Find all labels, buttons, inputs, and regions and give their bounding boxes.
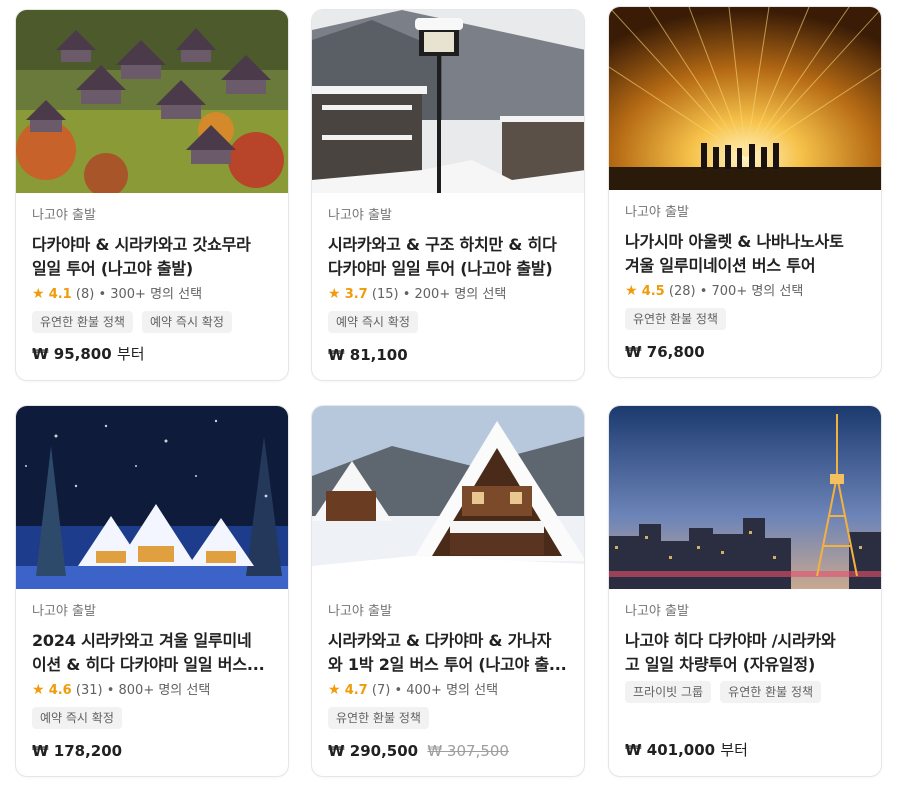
tag: 유연한 환불 정책 [32,311,133,333]
product-title[interactable]: 시라카와고 & 구조 하치만 & 히다 다카야마 일일 투어 (나고야 출발) [328,233,570,281]
review-count: (31) [75,683,103,698]
booking-count: • 800+ 명의 선택 [106,683,211,698]
product-image[interactable] [609,406,881,589]
tag-list: 유연한 환불 정책 [328,707,570,731]
review-count: (28) [668,284,696,299]
rating-row: ★ 4.5 (28) • 700+ 명의 선택 [625,282,867,301]
product-grid: 나고야 출발 다카야마 & 시라카와고 갓쇼무라 일일 투어 (나고야 출발) … [0,0,900,789]
product-title[interactable]: 나가시마 아울렛 & 나바나노사토 겨울 일루미네이션 버스 투어 [625,230,867,278]
product-image[interactable] [312,406,584,589]
product-card[interactable]: 나고야 출발 시라카와고 & 다카야마 & 가나자 와 1박 2일 버스 투어 … [311,405,585,777]
product-image[interactable] [609,7,881,190]
title-line: 일일 투어 (나고야 출발) [32,259,194,278]
price-value: ₩ 290,500 [328,742,419,760]
title-line: 2024 시라카와고 겨울 일루미네 [32,631,252,650]
booking-count: • 300+ 명의 선택 [98,287,203,302]
rating-score: 3.7 [344,287,368,302]
booking-count: • 400+ 명의 선택 [394,683,499,698]
departure-location: 나고야 출발 [625,604,689,619]
price: ₩ 81,100 [328,346,408,364]
price-value: ₩ 95,800 [32,345,112,363]
rating-row: ★ 3.7 (15) • 200+ 명의 선택 [328,285,570,304]
price: ₩ 290,500 ₩ 307,500 [328,742,509,760]
price: ₩ 76,800 [625,343,705,361]
price: ₩ 178,200 [32,742,122,760]
title-line: 겨울 일루미네이션 버스 투어 [625,256,816,275]
title-line: 이션 & 히다 다카야마 일일 버스... [32,655,265,674]
price-suffix: 부터 [116,345,145,363]
title-line: 고 일일 차량투어 (자유일정) [625,655,816,674]
rating-row: ★ 4.6 (31) • 800+ 명의 선택 [32,681,274,700]
tag-list: 유연한 환불 정책 예약 즉시 확정 [32,311,274,335]
product-title[interactable]: 2024 시라카와고 겨울 일루미네 이션 & 히다 다카야마 일일 버스... [32,629,274,677]
review-count: (8) [75,287,95,302]
star-icon: ★ [328,286,341,302]
tag: 유연한 환불 정책 [328,707,429,729]
tag-list: 예약 즉시 확정 [328,311,570,335]
product-title[interactable]: 나고야 히다 다카야마 /시라카와 고 일일 차량투어 (자유일정) [625,629,867,677]
rating-score: 4.5 [641,284,665,299]
tag-list: 예약 즉시 확정 [32,707,274,731]
star-icon: ★ [32,286,45,302]
booking-count: • 700+ 명의 선택 [699,284,804,299]
star-icon: ★ [328,682,341,698]
star-icon: ★ [625,283,638,299]
product-title[interactable]: 시라카와고 & 다카야마 & 가나자 와 1박 2일 버스 투어 (나고야 출.… [328,629,570,677]
tag-list: 프라이빗 그룹 유연한 환불 정책 [625,681,867,705]
rating-score: 4.7 [344,683,368,698]
departure-location: 나고야 출발 [625,205,689,220]
title-line: 시라카와고 & 구조 하치만 & 히다 [328,235,557,254]
title-line: 시라카와고 & 다카야마 & 가나자 [328,631,552,650]
title-line: 와 1박 2일 버스 투어 (나고야 출... [328,655,567,674]
product-image[interactable] [312,10,584,193]
tag: 예약 즉시 확정 [142,311,232,333]
review-count: (15) [371,287,399,302]
tag-list: 유연한 환불 정책 [625,308,867,332]
rating-row: ★ 4.1 (8) • 300+ 명의 선택 [32,285,274,304]
title-line: 다카야마 일일 투어 (나고야 출발) [328,259,553,278]
title-line: 나가시마 아울렛 & 나바나노사토 [625,232,844,251]
booking-count: • 200+ 명의 선택 [402,287,507,302]
price-value: ₩ 401,000 [625,741,716,759]
price-value: ₩ 178,200 [32,742,123,760]
price: ₩ 401,000 부터 [625,739,748,760]
price: ₩ 95,800 부터 [32,343,145,364]
title-line: 나고야 히다 다카야마 /시라카와 [625,631,836,650]
product-card[interactable]: 나고야 출발 시라카와고 & 구조 하치만 & 히다 다카야마 일일 투어 (나… [311,9,585,381]
product-card[interactable]: 나고야 출발 나고야 히다 다카야마 /시라카와 고 일일 차량투어 (자유일정… [608,405,882,777]
product-image[interactable] [16,10,288,193]
tag: 예약 즉시 확정 [328,311,418,333]
price-suffix: 부터 [720,741,748,759]
rating-score: 4.6 [48,683,72,698]
product-card[interactable]: 나고야 출발 2024 시라카와고 겨울 일루미네 이션 & 히다 다카야마 일… [15,405,289,777]
original-price: ₩ 307,500 [427,742,509,760]
review-count: (7) [371,683,391,698]
price-value: ₩ 76,800 [625,343,705,361]
tag: 예약 즉시 확정 [32,707,122,729]
departure-location: 나고야 출발 [32,604,96,619]
departure-location: 나고야 출발 [328,208,392,223]
tag: 유연한 환불 정책 [720,681,822,703]
departure-location: 나고야 출발 [328,604,392,619]
title-line: 다카야마 & 시라카와고 갓쇼무라 [32,235,251,254]
product-image[interactable] [16,406,288,589]
star-icon: ★ [32,682,45,698]
product-card[interactable]: 나고야 출발 나가시마 아울렛 & 나바나노사토 겨울 일루미네이션 버스 투어… [608,6,882,378]
departure-location: 나고야 출발 [32,208,96,223]
tag: 유연한 환불 정책 [625,308,726,330]
product-card[interactable]: 나고야 출발 다카야마 & 시라카와고 갓쇼무라 일일 투어 (나고야 출발) … [15,9,289,381]
product-title[interactable]: 다카야마 & 시라카와고 갓쇼무라 일일 투어 (나고야 출발) [32,233,274,281]
price-value: ₩ 81,100 [328,346,408,364]
rating-score: 4.1 [48,287,72,302]
tag: 프라이빗 그룹 [625,681,712,703]
rating-row: ★ 4.7 (7) • 400+ 명의 선택 [328,681,570,700]
